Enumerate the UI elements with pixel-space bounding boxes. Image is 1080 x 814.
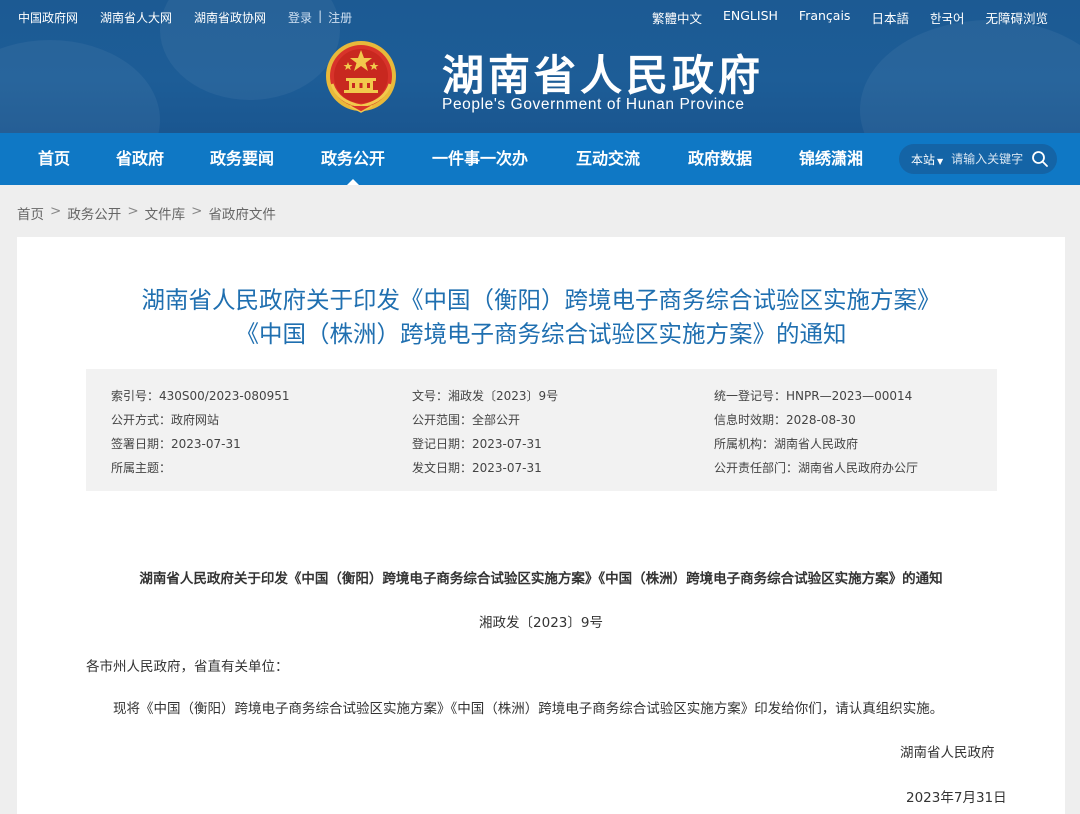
meta-responsible-department: 公开责任部门：湖南省人民政府办公厅 xyxy=(714,461,919,475)
search-icon[interactable] xyxy=(1031,150,1049,168)
body-title: 湖南省人民政府关于印发《中国（衡阳）跨境电子商务综合试验区实施方案》《中国（株洲… xyxy=(139,571,943,587)
header-banner: 中国政府网 湖南省人大网 湖南省政协网 登录 | 注册 繁體中文 ENGLISH… xyxy=(0,0,1080,133)
breadcrumb-home[interactable]: 首页 xyxy=(17,203,44,223)
lang-korean[interactable]: 한국어 xyxy=(930,8,965,27)
banner-decoration xyxy=(860,20,1080,133)
search-scope-label: 本站 xyxy=(911,152,936,167)
body-date: 2023年7月31日 xyxy=(906,790,1007,806)
meta-issuing-organization: 所属机构：湖南省人民政府 xyxy=(714,437,859,451)
meta-validity-period: 信息时效期：2028-08-30 xyxy=(714,413,856,427)
meta-registration-date: 登记日期：2023-07-31 xyxy=(412,437,542,451)
breadcrumb-separator: > xyxy=(50,203,62,219)
breadcrumb-separator: > xyxy=(127,203,139,219)
nav-one-stop-service[interactable]: 一件事一次办 xyxy=(432,133,528,185)
document-title-line1: 湖南省人民政府关于印发《中国（衡阳）跨境电子商务综合试验区实施方案》 xyxy=(141,286,941,314)
breadcrumb: 首页 > 政务公开 > 文件库 > 省政府文件 xyxy=(17,203,276,223)
link-provincial-congress[interactable]: 湖南省人大网 xyxy=(100,9,172,26)
document-title: 湖南省人民政府关于印发《中国（衡阳）跨境电子商务综合试验区实施方案》 《中国（株… xyxy=(17,283,1065,351)
body-doc-number: 湘政发〔2023〕9号 xyxy=(479,615,603,631)
body-signature: 湖南省人民政府 xyxy=(900,745,995,761)
accessibility-link[interactable]: 无障碍浏览 xyxy=(985,8,1048,27)
site-subtitle: People's Government of Hunan Province xyxy=(442,96,745,113)
national-emblem-icon xyxy=(326,41,396,113)
body-salutation: 各市州人民政府，省直有关单位： xyxy=(86,659,289,675)
nav-government-data[interactable]: 政府数据 xyxy=(688,133,752,185)
document-metadata-table: 索引号：430S00/2023-080951 文号：湘政发〔2023〕9号 统一… xyxy=(86,369,997,491)
breadcrumb-separator: > xyxy=(191,203,203,219)
meta-publication-method: 公开方式：政府网站 xyxy=(111,413,220,427)
login-divider: | xyxy=(318,9,323,23)
top-utility-bar: 中国政府网 湖南省人大网 湖南省政协网 登录 | 注册 繁體中文 ENGLISH… xyxy=(0,0,1080,32)
search-input[interactable] xyxy=(951,152,1034,166)
external-links: 中国政府网 湖南省人大网 湖南省政协网 登录 | 注册 xyxy=(18,9,352,26)
login-link[interactable]: 登录 xyxy=(288,9,312,26)
site-title: 湖南省人民政府 xyxy=(442,51,765,100)
meta-publication-scope: 公开范围：全部公开 xyxy=(412,413,521,427)
link-central-gov[interactable]: 中国政府网 xyxy=(18,9,78,26)
breadcrumb-government-affairs[interactable]: 政务公开 xyxy=(67,203,121,223)
nav-interaction[interactable]: 互动交流 xyxy=(576,133,640,185)
nav-government-news[interactable]: 政务要闻 xyxy=(210,133,274,185)
search-scope-select[interactable]: 本站 ▼ xyxy=(911,151,943,168)
breadcrumb-document-library[interactable]: 文件库 xyxy=(145,203,186,223)
document-card: 湖南省人民政府关于印发《中国（衡阳）跨境电子商务综合试验区实施方案》 《中国（株… xyxy=(17,237,1065,814)
login-register: 登录 | 注册 xyxy=(288,9,352,26)
meta-subject: 所属主题： xyxy=(111,461,172,475)
breadcrumb-provincial-documents[interactable]: 省政府文件 xyxy=(208,203,276,223)
meta-doc-number: 文号：湘政发〔2023〕9号 xyxy=(412,389,559,403)
meta-signing-date: 签署日期：2023-07-31 xyxy=(111,437,241,451)
nav-home[interactable]: 首页 xyxy=(38,133,70,185)
lang-english[interactable]: ENGLISH xyxy=(723,8,778,27)
nav-provincial-government[interactable]: 省政府 xyxy=(116,133,164,185)
link-provincial-cppcc[interactable]: 湖南省政协网 xyxy=(194,9,266,26)
lang-french[interactable]: Français xyxy=(799,8,851,27)
register-link[interactable]: 注册 xyxy=(328,9,352,26)
meta-issue-date: 发文日期：2023-07-31 xyxy=(412,461,542,475)
nav-government-affairs-open[interactable]: 政务公开 xyxy=(321,133,385,185)
site-search: 本站 ▼ xyxy=(899,144,1057,174)
banner-decoration xyxy=(0,40,160,133)
nav-beautiful-hunan[interactable]: 锦绣潇湘 xyxy=(799,133,863,185)
body-paragraph: 现将《中国（衡阳）跨境电子商务综合试验区实施方案》《中国（株洲）跨境电子商务综合… xyxy=(113,701,944,717)
chevron-down-icon: ▼ xyxy=(937,156,944,166)
meta-index-number: 索引号：430S00/2023-080951 xyxy=(111,389,290,403)
lang-traditional-chinese[interactable]: 繁體中文 xyxy=(652,8,702,27)
language-links: 繁體中文 ENGLISH Français 日本語 한국어 无障碍浏览 xyxy=(652,8,1048,27)
lang-japanese[interactable]: 日本語 xyxy=(871,8,909,27)
document-title-line2: 《中国（株洲）跨境电子商务综合试验区实施方案》的通知 xyxy=(235,320,847,348)
meta-registration-number: 统一登记号：HNPR—2023—00014 xyxy=(714,389,913,403)
